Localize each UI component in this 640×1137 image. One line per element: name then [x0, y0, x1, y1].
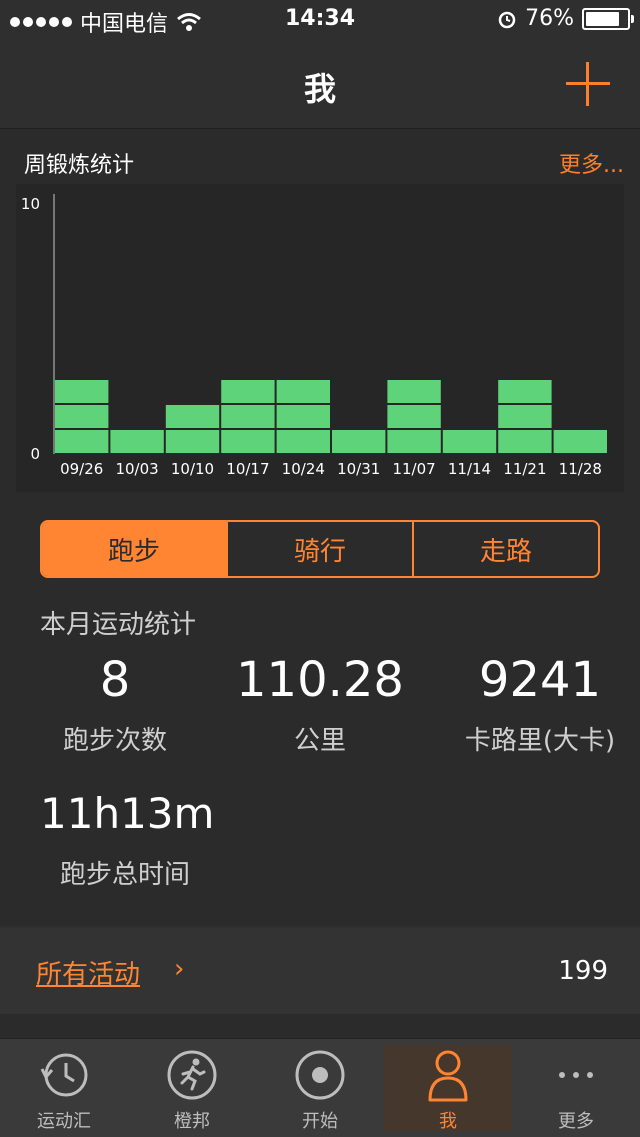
calories-value: 9241 [478, 652, 602, 708]
x-tick-label: 11/07 [392, 460, 435, 478]
tab-label: 开始 [302, 1111, 338, 1132]
runs-value: 8 [99, 652, 131, 708]
chart-bar-segment [276, 380, 330, 403]
stat-calories: 9241 卡路里(大卡) [450, 652, 630, 757]
tab-activity-summary[interactable]: 运动汇 [0, 1039, 128, 1137]
x-tick-label: 10/17 [226, 460, 269, 478]
chart-bar-segment [276, 430, 330, 453]
weekly-stats-title: 周锻炼统计 [24, 153, 135, 178]
chart-bar-segment [110, 430, 164, 453]
all-activities-link[interactable]: 所有活动 [36, 954, 140, 991]
chart-bar-segment [276, 405, 330, 428]
chart-bar-segment [165, 430, 220, 453]
chart-bar-segment [55, 430, 109, 453]
add-button[interactable] [566, 62, 610, 106]
y-tick-label: 10 [21, 195, 40, 213]
x-tick-label: 10/10 [171, 460, 214, 478]
segment-cycling[interactable]: 骑行 [228, 522, 414, 576]
chart-bar-segment [221, 380, 275, 403]
tab-label: 我 [439, 1111, 457, 1132]
battery-percent: 76% [525, 6, 574, 31]
time-label: 跑步总时间 [59, 860, 190, 890]
chart-bar-segment [498, 430, 552, 453]
tab-label: 橙邦 [174, 1111, 210, 1132]
y-tick-label: 0 [30, 445, 40, 463]
x-tick-label: 10/31 [337, 460, 380, 478]
time-value: 11h13m [40, 789, 215, 838]
sport-segmented-control: 跑步 骑行 走路 [40, 520, 600, 578]
calories-label: 卡路里(大卡) [464, 726, 616, 756]
runs-label: 跑步次数 [62, 726, 167, 756]
x-tick-label: 10/24 [282, 460, 325, 478]
stat-distance: 110.28 公里 [220, 652, 420, 757]
chevron-right-icon: › [174, 954, 185, 984]
more-dots-icon [550, 1049, 602, 1101]
battery-icon [582, 7, 634, 30]
distance-value: 110.28 [236, 652, 404, 708]
chart-bar-segment [442, 430, 497, 453]
stat-time: 11h13m 跑步总时间 [40, 786, 215, 891]
page-title: 我 [303, 70, 336, 108]
segment-running[interactable]: 跑步 [42, 522, 228, 576]
tab-label: 更多 [558, 1111, 594, 1132]
chart-bar-segment [387, 380, 441, 403]
tab-me[interactable]: 我 [384, 1045, 512, 1132]
chart-bar-segment [55, 380, 109, 403]
x-tick-label: 11/28 [559, 460, 602, 478]
x-tick-label: 11/14 [448, 460, 491, 478]
nav-bar: 我 [0, 40, 640, 129]
weekly-chart-svg: 10 0 09/26 10/03 10/10 10/17 10/24 10/31 11/07 11… [21, 194, 607, 478]
weekly-chart: 10 0 09/26 10/03 10/10 10/17 10/24 10/31 11/07 11… [16, 184, 624, 492]
month-stats-title: 本月运动统计 [40, 610, 197, 640]
chart-bar-segment [498, 405, 552, 428]
tab-more[interactable]: 更多 [512, 1039, 640, 1137]
chart-bar-segment [221, 430, 275, 453]
status-right: 76% [497, 6, 634, 31]
x-tick-label: 09/26 [60, 460, 103, 478]
spacer [0, 1014, 640, 1038]
x-tick-label: 10/03 [115, 460, 158, 478]
stat-runs: 8 跑步次数 [40, 652, 190, 757]
record-icon [294, 1049, 346, 1101]
x-tick-label: 11/21 [503, 460, 546, 478]
chart-bar-segment [498, 380, 552, 403]
status-bar: 中国电信 14:34 76% [0, 0, 640, 40]
chart-bar-segment [387, 405, 441, 428]
alarm-clock-icon [498, 11, 516, 28]
tab-bar: 运动汇 橙邦 开始 我 更多 [0, 1038, 640, 1137]
chart-bar-segment [221, 405, 275, 428]
more-link[interactable]: 更多... [559, 147, 624, 179]
chart-bar-segment [553, 430, 607, 453]
segment-walking[interactable]: 走路 [414, 522, 598, 576]
activities-count: 199 [558, 956, 608, 986]
history-clock-icon [38, 1049, 90, 1101]
chart-bar-segment [55, 405, 109, 428]
person-icon [422, 1049, 474, 1102]
tab-start[interactable]: 开始 [256, 1039, 384, 1137]
all-activities-row[interactable]: 所有活动 › 199 [0, 928, 640, 1014]
chart-bar-segment [332, 430, 386, 453]
chart-bar-segment [387, 430, 441, 453]
runner-icon [166, 1049, 218, 1101]
tab-label: 运动汇 [37, 1111, 91, 1132]
chart-bar-segment [165, 405, 220, 428]
distance-label: 公里 [293, 726, 346, 756]
tab-orange-club[interactable]: 橙邦 [128, 1039, 256, 1137]
